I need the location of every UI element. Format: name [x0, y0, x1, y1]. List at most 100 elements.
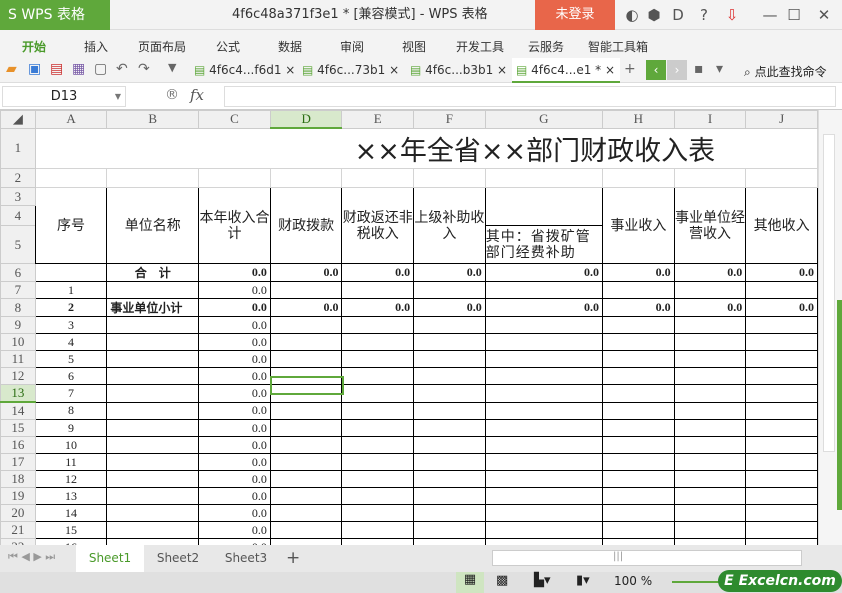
- redo-icon[interactable]: ↷: [138, 61, 150, 77]
- row-header-8[interactable]: 8: [0, 298, 36, 317]
- subtotal-label[interactable]: 事业单位小计: [106, 298, 200, 317]
- name-box[interactable]: D13 ▼: [2, 86, 126, 107]
- cell[interactable]: [269, 453, 343, 471]
- cell[interactable]: [413, 487, 486, 505]
- cell[interactable]: [745, 487, 818, 505]
- cell[interactable]: [269, 281, 343, 299]
- header-i[interactable]: 事业单位经营收入: [673, 187, 747, 264]
- total-value[interactable]: 0.0: [269, 263, 343, 282]
- cell[interactable]: [341, 384, 415, 403]
- header-e[interactable]: 财政返还非税收入: [341, 187, 415, 264]
- cell[interactable]: [413, 504, 486, 522]
- header-h[interactable]: 事业收入: [602, 187, 675, 264]
- seq-cell[interactable]: 14: [34, 504, 108, 522]
- cell[interactable]: [602, 453, 675, 471]
- cell[interactable]: [341, 487, 415, 505]
- column-header-D[interactable]: D: [269, 110, 343, 129]
- cell[interactable]: [745, 504, 818, 522]
- cell[interactable]: [602, 504, 675, 522]
- header-f[interactable]: 上级补助收入: [413, 187, 486, 264]
- seq-cell[interactable]: 1: [34, 281, 108, 299]
- seq-cell[interactable]: 9: [34, 419, 108, 437]
- menu-item-8[interactable]: 云服务: [528, 38, 564, 55]
- normal-view-icon[interactable]: ▦: [456, 572, 484, 593]
- undo-icon[interactable]: ↶: [116, 61, 128, 77]
- cell[interactable]: [745, 453, 818, 471]
- cell[interactable]: [106, 419, 200, 437]
- fx-icon[interactable]: fx: [190, 86, 204, 104]
- cell[interactable]: [269, 436, 343, 454]
- cell[interactable]: [745, 168, 818, 188]
- cell[interactable]: [413, 168, 486, 188]
- menu-item-0[interactable]: 开始: [22, 38, 46, 55]
- seq-cell[interactable]: 2: [34, 298, 108, 317]
- cell[interactable]: [673, 367, 747, 385]
- minimize-button[interactable]: —: [758, 0, 782, 30]
- cell[interactable]: [602, 384, 675, 403]
- column-header-B[interactable]: B: [106, 110, 200, 129]
- total-income-cell[interactable]: 0.0: [198, 453, 271, 471]
- cell[interactable]: [484, 419, 604, 437]
- cell[interactable]: [602, 316, 675, 334]
- cell[interactable]: [673, 168, 747, 188]
- cell[interactable]: [484, 316, 604, 334]
- save-icon[interactable]: ▣: [28, 61, 41, 77]
- cell[interactable]: [106, 316, 200, 334]
- header-j[interactable]: 其他收入: [745, 187, 818, 264]
- cell[interactable]: [341, 350, 415, 368]
- cell[interactable]: [106, 401, 200, 420]
- row-header-3[interactable]: 3: [0, 187, 36, 206]
- cell[interactable]: [341, 281, 415, 299]
- column-header-F[interactable]: F: [413, 110, 486, 129]
- cell[interactable]: [673, 350, 747, 368]
- cell[interactable]: [413, 350, 486, 368]
- cell[interactable]: [673, 316, 747, 334]
- prev-tab-icon[interactable]: ‹: [646, 60, 666, 80]
- row-header-14[interactable]: 14: [0, 401, 36, 420]
- cell[interactable]: [745, 350, 818, 368]
- eye-protect-icon[interactable]: ▮▾: [576, 573, 590, 588]
- cell[interactable]: [484, 384, 604, 403]
- seq-cell[interactable]: 10: [34, 436, 108, 454]
- dropdown-icon[interactable]: ▼: [168, 61, 176, 74]
- cell[interactable]: [673, 453, 747, 471]
- cell[interactable]: [106, 367, 200, 385]
- cell[interactable]: [341, 333, 415, 351]
- print-icon[interactable]: ▦: [72, 61, 85, 77]
- total-income-cell[interactable]: 0.0: [198, 504, 271, 522]
- cell[interactable]: [341, 367, 415, 385]
- cell[interactable]: [745, 367, 818, 385]
- subtotal-value[interactable]: 0.0: [484, 298, 604, 317]
- cell[interactable]: [413, 281, 486, 299]
- select-all-corner[interactable]: ◢: [0, 110, 36, 129]
- cell[interactable]: [413, 401, 486, 420]
- download-icon[interactable]: ⇩: [720, 0, 744, 30]
- seq-cell[interactable]: 13: [34, 487, 108, 505]
- cell[interactable]: [745, 384, 818, 403]
- cell[interactable]: [413, 521, 486, 539]
- total-income-cell[interactable]: 0.0: [198, 367, 271, 385]
- row-header-16[interactable]: 16: [0, 436, 36, 454]
- header-g-top[interactable]: [484, 187, 604, 226]
- cell[interactable]: [484, 453, 604, 471]
- cell[interactable]: [602, 419, 675, 437]
- row-header-4[interactable]: 4: [0, 205, 36, 226]
- column-header-G[interactable]: G: [484, 110, 604, 129]
- seq-cell[interactable]: 12: [34, 470, 108, 488]
- cell[interactable]: [413, 470, 486, 488]
- cell[interactable]: [413, 436, 486, 454]
- row-header-18[interactable]: 18: [0, 470, 36, 488]
- seq-cell[interactable]: 11: [34, 453, 108, 471]
- wps-menu-button[interactable]: S WPS 表格: [0, 0, 110, 30]
- sheet-tab-2[interactable]: Sheet2: [144, 545, 212, 572]
- header-c[interactable]: 本年收入合计: [198, 187, 271, 264]
- cell[interactable]: [602, 367, 675, 385]
- cell[interactable]: [106, 384, 200, 403]
- cell[interactable]: [341, 453, 415, 471]
- total-income-cell[interactable]: 0.0: [198, 401, 271, 420]
- column-header-A[interactable]: A: [34, 110, 108, 129]
- cell[interactable]: [602, 401, 675, 420]
- seq-cell[interactable]: 3: [34, 316, 108, 334]
- total-label[interactable]: 合 计: [106, 263, 200, 282]
- horizontal-scrollbar[interactable]: |||: [492, 550, 802, 566]
